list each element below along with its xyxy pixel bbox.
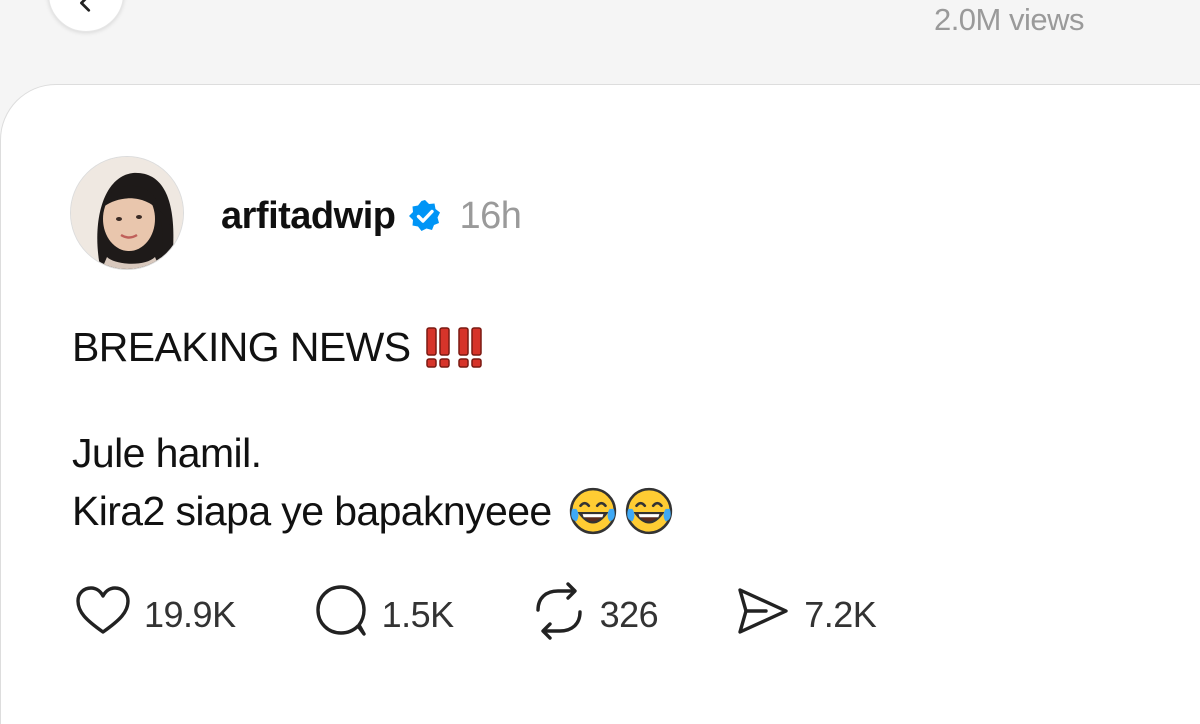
post-action-bar: 19.9K 1.5K 326 7.2K bbox=[72, 581, 950, 646]
post-body: BREAKING NEWS Jule hamil. Kira2 siapa ye… bbox=[72, 318, 1152, 540]
back-button[interactable] bbox=[48, 0, 124, 32]
post-header: arfitadwip 16h bbox=[221, 192, 522, 240]
post-text-line-1: Jule hamil. bbox=[72, 430, 262, 476]
views-count: 2.0M views bbox=[933, 2, 1085, 37]
post-headline-line: BREAKING NEWS bbox=[72, 318, 1152, 376]
post-headline: BREAKING NEWS bbox=[72, 324, 411, 370]
repost-count: 326 bbox=[599, 594, 659, 635]
heart-icon bbox=[72, 580, 134, 651]
post-timestamp[interactable]: 16h bbox=[459, 195, 521, 238]
chevron-left-icon bbox=[75, 0, 97, 19]
reply-button[interactable]: 1.5K bbox=[310, 580, 454, 651]
like-button[interactable]: 19.9K bbox=[72, 580, 236, 651]
reply-count: 1.5K bbox=[381, 594, 455, 635]
username-link[interactable]: arfitadwip bbox=[221, 195, 396, 238]
share-button[interactable]: 7.2K bbox=[732, 580, 877, 651]
post-line-2: Kira2 siapa ye bapaknyeee bbox=[72, 482, 1152, 540]
double-exclamation-emoji-icon bbox=[424, 325, 486, 369]
repost-button[interactable]: 326 bbox=[528, 580, 659, 651]
top-bar: 2.0M views bbox=[0, 0, 1200, 84]
share-count: 7.2K bbox=[804, 594, 877, 635]
send-icon bbox=[732, 580, 794, 651]
comment-bubble-icon bbox=[310, 580, 372, 651]
post-text-line-2: Kira2 siapa ye bapaknyeee bbox=[72, 488, 552, 534]
repost-icon bbox=[528, 580, 590, 651]
avatar[interactable] bbox=[70, 156, 184, 270]
like-count: 19.9K bbox=[144, 594, 236, 635]
post-line-1: Jule hamil. bbox=[72, 424, 1152, 482]
tears-of-joy-emoji-icon bbox=[568, 486, 674, 536]
verified-badge-icon bbox=[407, 198, 443, 234]
